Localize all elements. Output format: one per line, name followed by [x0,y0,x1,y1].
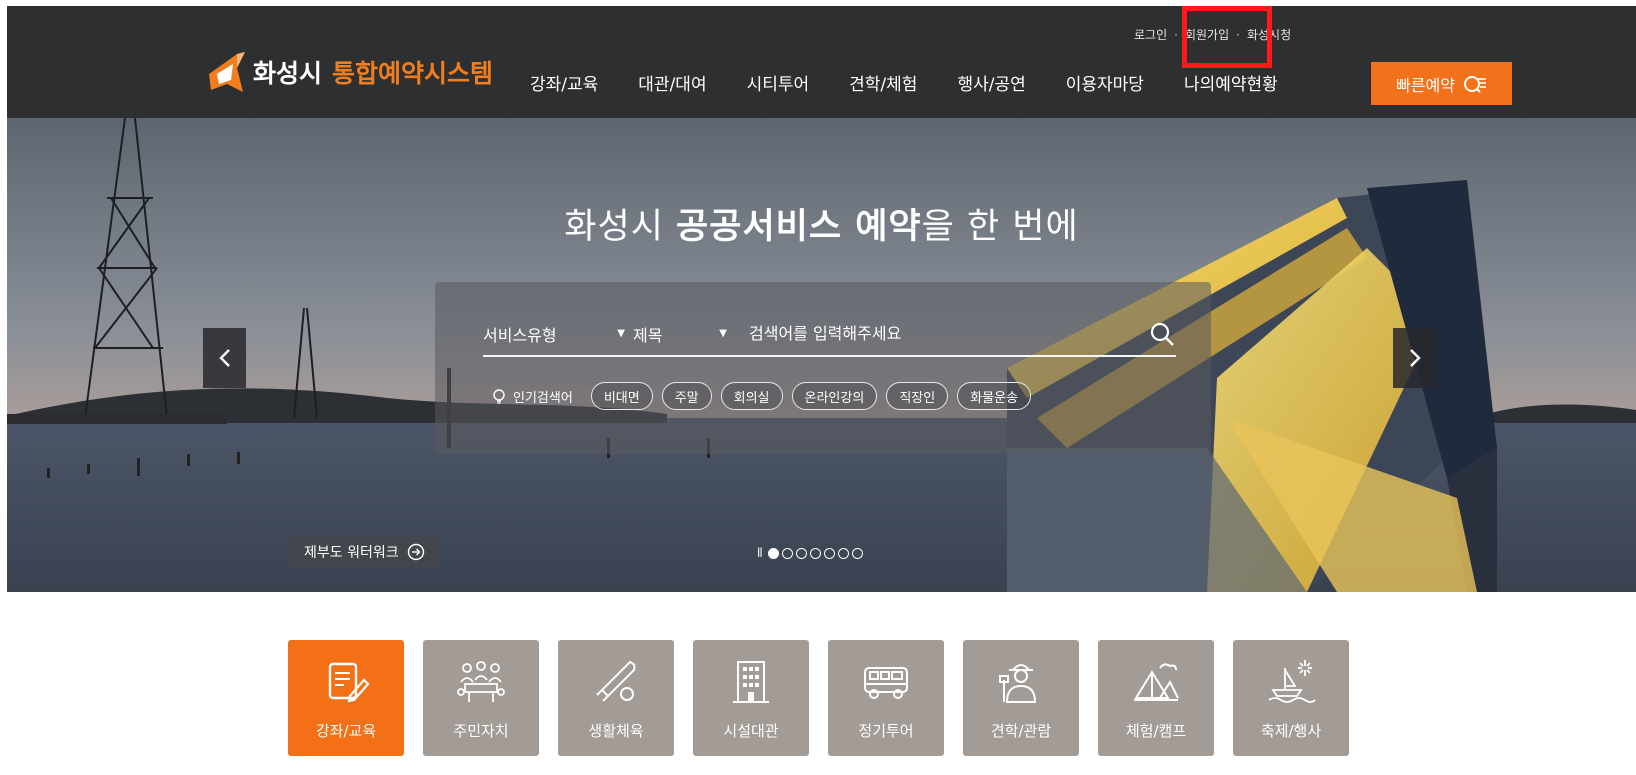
lightbulb-icon [493,389,505,404]
nav-events[interactable]: 행사/공연 [957,70,1025,95]
slide-next-button[interactable] [1393,328,1436,388]
chevron-right-icon [1409,349,1421,367]
arrow-circle-right-icon [407,543,424,561]
pager-dot[interactable] [851,547,863,559]
quick-reservation-button[interactable]: 빠른예약 [1371,62,1512,105]
search-field-value: 제목 [633,325,663,345]
pager-dot[interactable] [809,547,821,559]
popular-keywords: 인기검색어 비대면 주말 회의실 온라인강의 직장인 화물운송 [491,382,1040,410]
category-resident-autonomy[interactable]: 주민자치 [423,640,539,756]
logo-system-text: 통합예약시스템 [332,59,494,88]
separator-dot: · [1174,27,1178,42]
tag-meeting-room[interactable]: 회의실 [720,382,783,410]
tent-icon [1134,662,1179,701]
caret-down-icon: ▼ [719,328,727,339]
pause-icon[interactable]: ll [757,546,763,560]
headline-post: 을 한 번에 [921,207,1079,247]
popular-label-text: 인기검색어 [513,390,573,406]
site-logo[interactable]: 화성시 통합예약시스템 [207,50,493,94]
slide-pager: ll [757,546,866,560]
tag-freight[interactable]: 화물운송 [957,382,1032,410]
category-regular-tour[interactable]: 정기투어 [828,640,944,756]
category-sports[interactable]: 생활체육 [558,640,674,756]
header: 로그인 · 회원가입 · 화성시청 화성시 통합예약시스템 강좌/교육 대관/대… [7,6,1636,118]
chevron-left-icon [218,349,230,367]
category-field-trip[interactable]: 견학/관람 [963,640,1079,756]
tag-untact[interactable]: 비대면 [590,382,653,410]
pager-dot[interactable] [781,547,793,559]
category-shortcuts: 강좌/교육 주민자치 생활체육 시설대관 정기투어 견학/관람 체험/캠프 축제… [288,640,1368,756]
meeting-people-icon [457,660,505,702]
category-facility-rental[interactable]: 시설대관 [693,640,809,756]
quick-reservation-label: 빠른예약 [1396,75,1455,95]
guide-person-icon [999,663,1037,703]
category-label: 강좌/교육 [315,721,377,740]
pager-dot[interactable] [823,547,835,559]
search-input[interactable] [749,324,1148,343]
nav-lecture[interactable]: 강좌/교육 [530,70,598,95]
nav-user-board[interactable]: 이용자마당 [1066,70,1144,95]
login-link[interactable]: 로그인 [1134,26,1167,43]
category-experience-camp[interactable]: 체험/캠프 [1098,640,1214,756]
search-icon[interactable] [1148,320,1176,348]
search-field-select[interactable]: 제목 ▼ [633,322,733,346]
slide-caption-link[interactable]: 제부도 워터워크 [290,536,439,568]
pager-dot[interactable] [837,547,849,559]
pager-dot[interactable] [795,547,807,559]
main-nav: 강좌/교육 대관/대여 시티투어 견학/체험 행사/공연 이용자마당 나의예약현… [530,70,1318,95]
search-panel: 서비스유형 ▼ 제목 ▼ 검색어를 입력해주세요 인기검색어 비대면 주말 회의… [435,282,1211,454]
pager-dot[interactable] [767,547,779,559]
category-label: 체험/캠프 [1125,721,1187,740]
building-icon [733,660,769,703]
fireworks-boat-icon [1268,659,1316,703]
tag-worker[interactable]: 직장인 [886,382,949,410]
nav-rental[interactable]: 대관/대여 [638,70,706,95]
signup-highlight-box [1182,6,1272,68]
bus-icon [864,666,908,699]
nav-my-reservations[interactable]: 나의예약현황 [1184,70,1278,95]
page: 로그인 · 회원가입 · 화성시청 화성시 통합예약시스템 강좌/교육 대관/대… [0,0,1636,775]
search-row: 서비스유형 ▼ 제목 ▼ [483,312,1176,357]
edit-document-icon [328,662,370,702]
hero-headline: 화성시 공공서비스 예약을 한 번에 [7,198,1636,249]
category-lecture[interactable]: 강좌/교육 [288,640,404,756]
search-list-icon [1463,75,1486,93]
popular-label: 인기검색어 [491,387,573,406]
category-label: 시설대관 [723,721,779,740]
nav-city-tour[interactable]: 시티투어 [747,70,810,95]
headline-pre: 화성시 [564,207,664,247]
site-frame: 로그인 · 회원가입 · 화성시청 화성시 통합예약시스템 강좌/교육 대관/대… [7,6,1636,592]
category-festival-event[interactable]: 축제/행사 [1233,640,1349,756]
category-label: 주민자치 [453,721,509,740]
baseball-bat-icon [596,660,636,702]
pager-dots [767,547,866,559]
logo-city-text: 화성시 [253,59,323,88]
logo-mark-icon [209,52,245,92]
category-label: 축제/행사 [1260,721,1322,740]
category-label: 견학/관람 [990,721,1052,740]
hero-banner: 화성시 공공서비스 예약을 한 번에 서비스유형 ▼ 제목 ▼ 검색어를 입력해… [7,118,1636,592]
category-label: 정기투어 [858,721,914,740]
category-label: 생활체육 [588,721,644,740]
tag-weekend[interactable]: 주말 [661,382,712,410]
headline-bold: 공공서비스 예약 [676,207,922,247]
service-type-select[interactable]: 서비스유형 ▼ [483,322,633,346]
service-type-value: 서비스유형 [483,325,557,345]
caret-down-icon: ▼ [617,328,625,339]
nav-field-trip[interactable]: 견학/체험 [849,70,917,95]
slide-caption-text: 제부도 워터워크 [304,545,399,561]
slide-prev-button[interactable] [203,328,246,388]
tag-online-lecture[interactable]: 온라인강의 [791,382,878,410]
